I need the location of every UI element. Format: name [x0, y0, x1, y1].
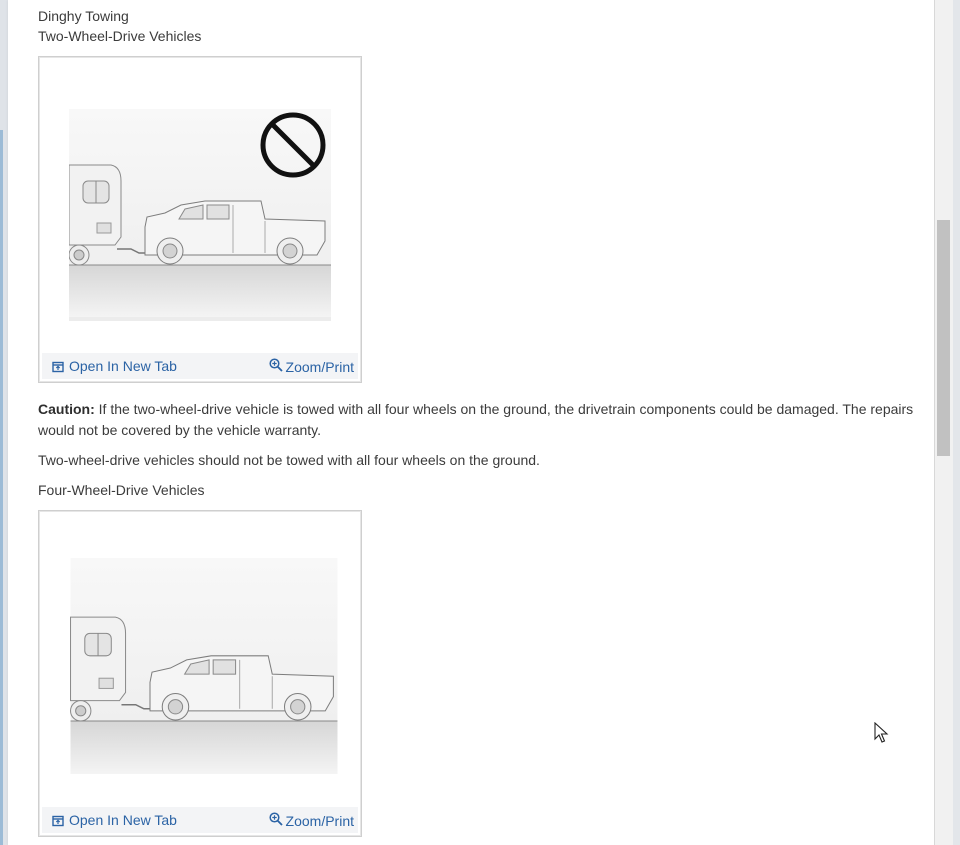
zoom-print-label: Zoom/Print [285, 359, 354, 375]
mouse-pointer-icon [874, 722, 889, 743]
zoom-in-icon [268, 358, 283, 372]
four-wheel-drive-towing-illustration [70, 558, 338, 774]
window-right-edge [953, 0, 960, 845]
caution-label: Caution: [38, 401, 95, 417]
figure-2wd-towing: Open In New Tab Zoom/Print [38, 56, 362, 383]
open-in-new-tab-label: Open In New Tab [69, 358, 177, 374]
vertical-scrollbar[interactable] [935, 0, 953, 845]
open-in-new-tab-link[interactable]: Open In New Tab [52, 358, 177, 374]
zoom-print-link[interactable]: Zoom/Print [268, 358, 354, 375]
subsection-title-4wd: Four-Wheel-Drive Vehicles [38, 482, 205, 498]
scrollbar-thumb[interactable] [937, 220, 950, 456]
figure-toolbar: Open In New Tab Zoom/Print [42, 807, 358, 833]
manual-content-panel: Dinghy Towing Two-Wheel-Drive Vehicles O… [8, 0, 935, 845]
zoom-print-link[interactable]: Zoom/Print [268, 812, 354, 829]
subsection-title-2wd: Two-Wheel-Drive Vehicles [38, 28, 202, 44]
open-in-new-tab-link[interactable]: Open In New Tab [52, 812, 177, 828]
zoom-in-icon [268, 812, 283, 826]
open-in-new-tab-label: Open In New Tab [69, 812, 177, 828]
left-accent-bar [0, 130, 3, 845]
open-in-new-tab-icon [52, 815, 64, 827]
open-in-new-tab-icon [52, 361, 64, 373]
two-wheel-drive-towing-illustration [69, 109, 331, 321]
zoom-print-label: Zoom/Print [285, 813, 354, 829]
section-title: Dinghy Towing [38, 8, 129, 24]
figure-toolbar: Open In New Tab Zoom/Print [42, 353, 358, 379]
two-wheel-drive-note: Two-wheel-drive vehicles should not be t… [38, 452, 540, 468]
figure-4wd-towing: Open In New Tab Zoom/Print [38, 510, 362, 837]
window-left-edge [0, 0, 8, 845]
caution-text: If the two-wheel-drive vehicle is towed … [38, 401, 914, 438]
caution-paragraph: Caution: If the two-wheel-drive vehicle … [38, 399, 928, 441]
